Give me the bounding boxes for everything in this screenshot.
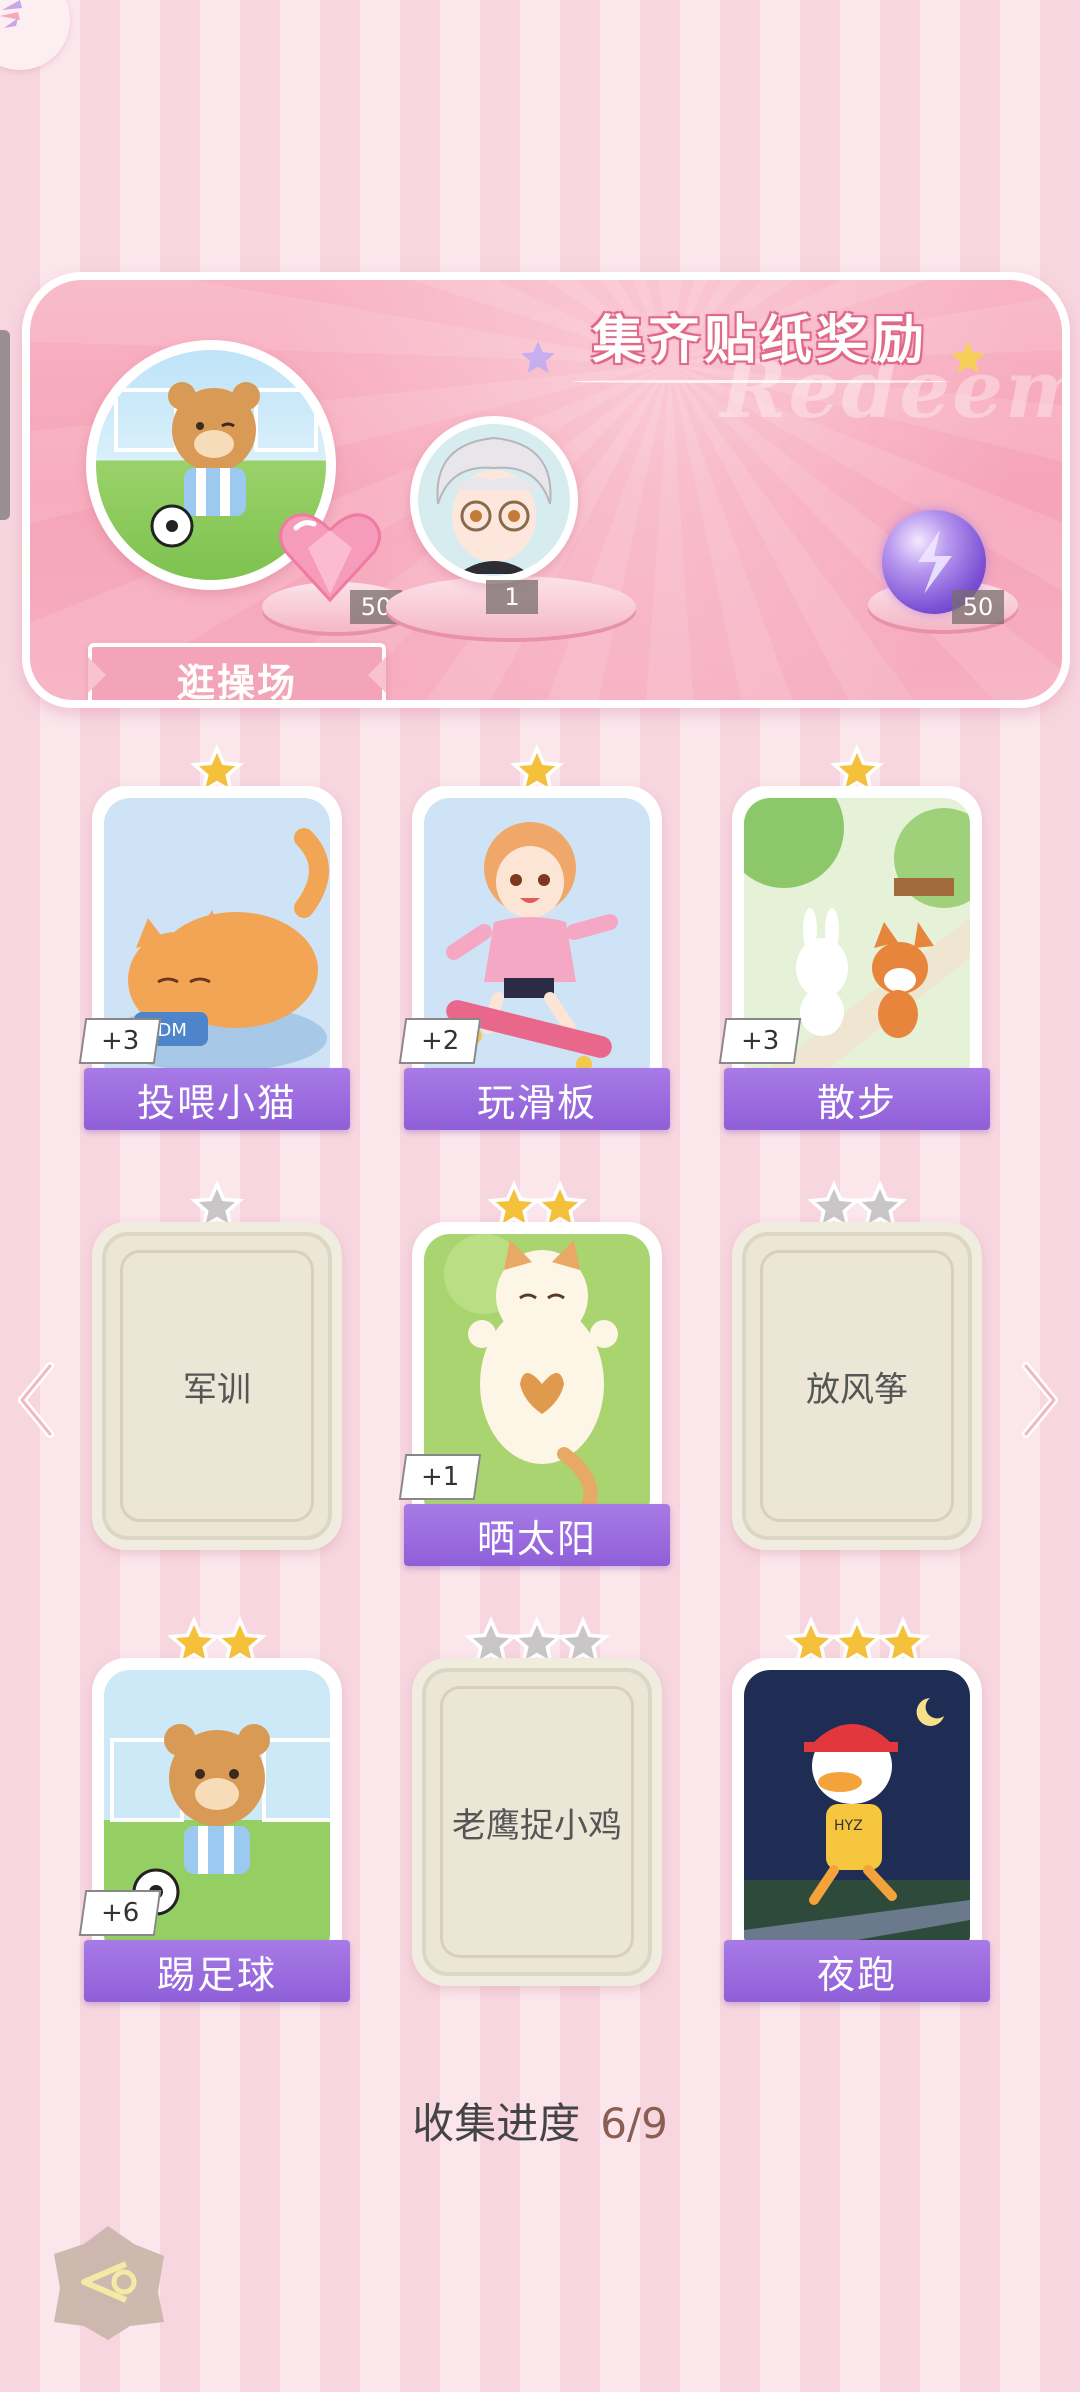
bonus-badge: +6 [78,1890,162,1936]
place-label: 逛操场 [88,643,386,700]
card-label: 投喂小猫 [84,1068,350,1130]
card-label: 踢足球 [84,1940,350,2002]
sticker-card-skateboard[interactable]: +2 玩滑板 [398,744,670,1130]
bonus-badge: +1 [398,1454,482,1500]
character-avatar[interactable] [410,416,578,584]
menu-corner-button[interactable] [0,0,70,70]
fan-icon [0,0,22,28]
progress-value: 6/9 [600,2099,668,2148]
sticker-card-eagle-catch-chicks[interactable]: 老鹰捉小鸡 [412,1616,662,1986]
night-run-duck-image: HYZ [744,1670,970,1960]
sticker-card-kite[interactable]: 放风筝 [732,1180,982,1550]
collection-progress: 收集进度 6/9 [0,2090,1080,2151]
sticker-reward-panel: Redeem 集齐贴纸奖励 逛操场 50 1 50 [22,272,1070,708]
reward-count: 50 [952,590,1004,624]
card-label: 夜跑 [724,1940,990,2002]
sticker-card-night-run[interactable]: HYZ 夜跑 [724,1616,990,2002]
card-label: 散步 [724,1068,990,1130]
sticker-card-feed-cat[interactable]: MDM +3 投喂小猫 [78,744,350,1130]
bonus-badge: +3 [78,1018,162,1064]
sticker-card-soccer[interactable]: +6 踢足球 [78,1616,350,2002]
progress-label: 收集进度 [412,2099,581,2148]
bonus-badge: +2 [398,1018,482,1064]
back-arrow-icon [54,2226,164,2340]
sticker-card-sunbathe[interactable]: +1 晒太阳 [398,1180,670,1566]
back-button[interactable] [48,2222,168,2342]
card-label: 玩滑板 [404,1068,670,1130]
side-drawer-handle[interactable] [0,330,10,520]
card-label: 晒太阳 [404,1504,670,1566]
sticker-card-walk[interactable]: +3 散步 [718,744,990,1130]
svg-text:HYZ: HYZ [834,1818,863,1834]
card-label: 放风筝 [806,1369,908,1410]
star-icon [951,341,985,373]
reward-title: 集齐贴纸奖励 [591,311,928,371]
reward-count: 1 [486,580,538,614]
card-label: 军训 [183,1369,251,1410]
bonus-badge: +3 [718,1018,802,1064]
card-label: 老鹰捉小鸡 [452,1805,622,1846]
prev-page-arrow-icon[interactable] [14,1360,58,1440]
next-page-arrow-icon[interactable] [1018,1360,1062,1440]
sticker-card-military-training[interactable]: 军训 [92,1180,342,1550]
